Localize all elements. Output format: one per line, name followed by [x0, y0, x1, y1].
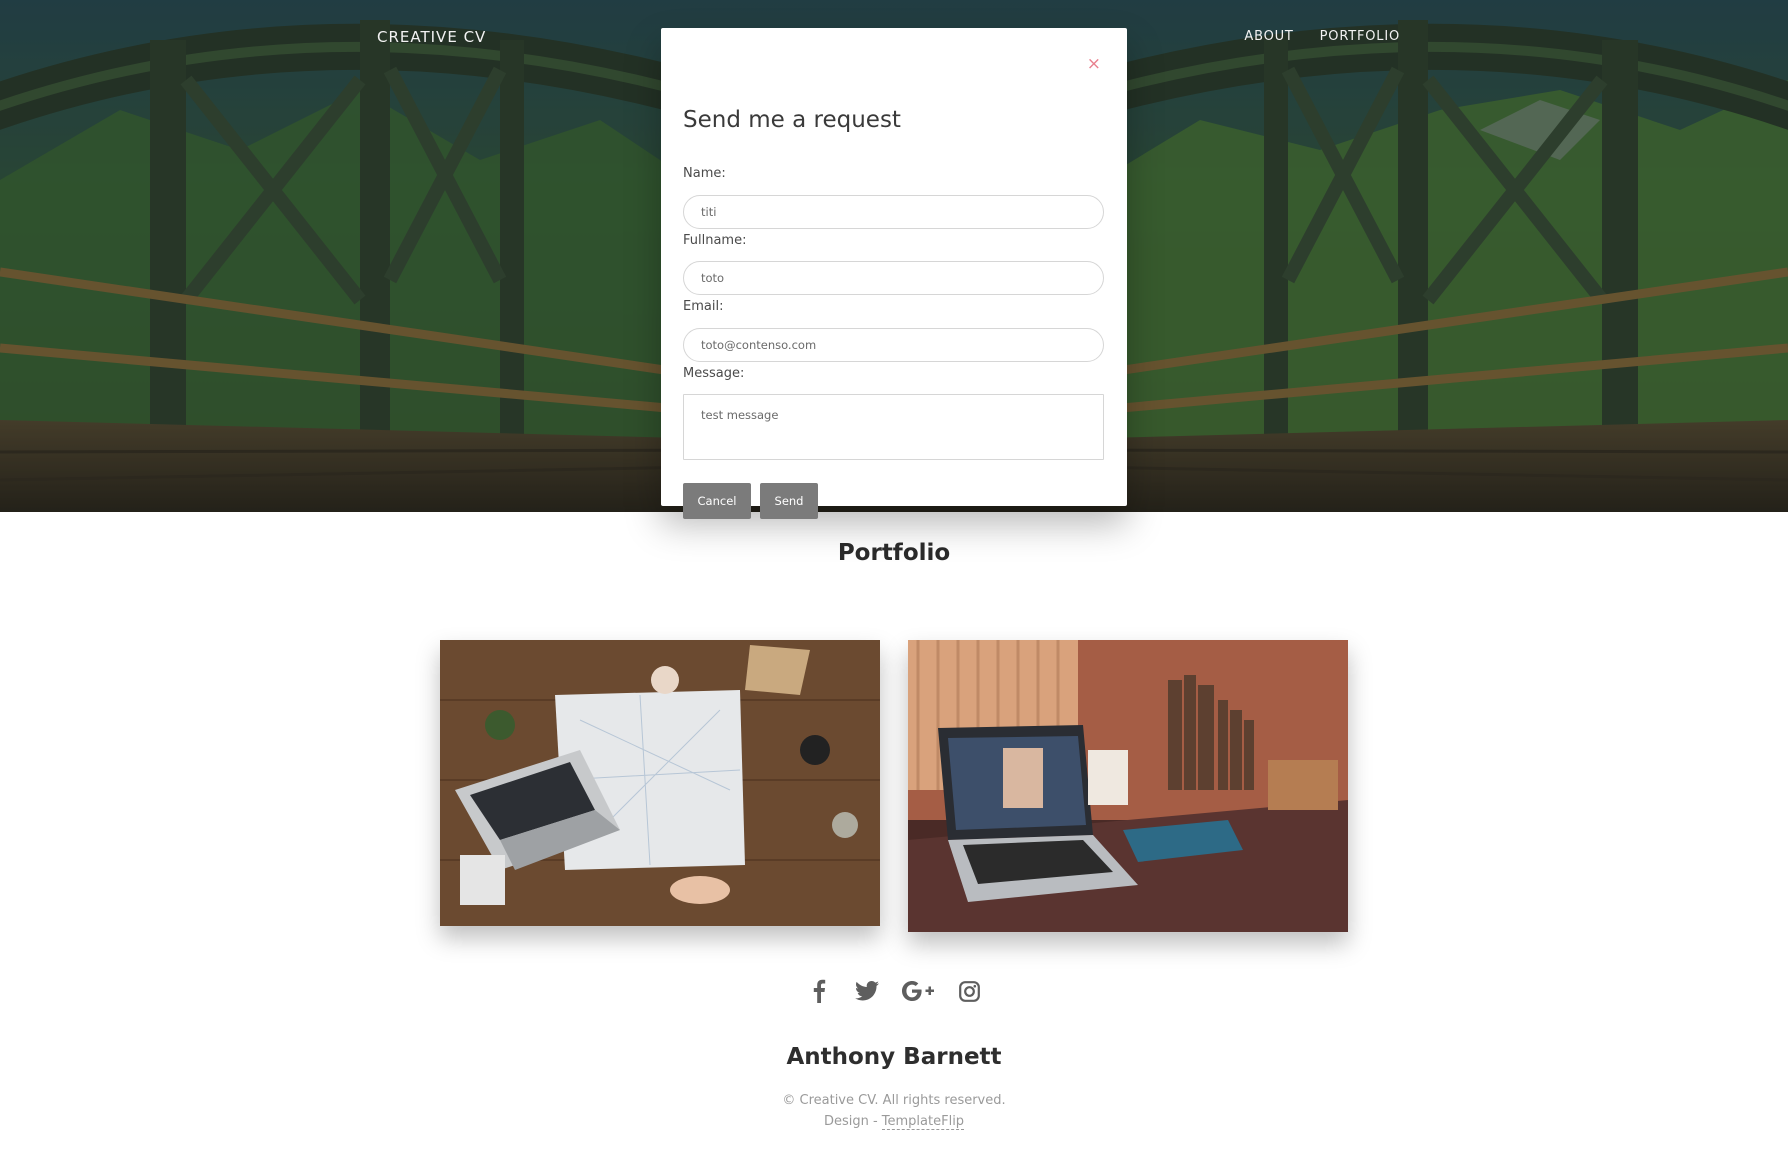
footer-owner-name: Anthony Barnett: [786, 1044, 1002, 1070]
fullname-label: Fullname:: [683, 233, 747, 248]
templateflip-link[interactable]: TemplateFlip: [881, 1114, 965, 1130]
cancel-button[interactable]: Cancel: [683, 483, 751, 519]
footer-design-prefix: Design -: [823, 1114, 882, 1129]
message-label: Message:: [683, 366, 745, 381]
email-label: Email:: [683, 299, 724, 314]
modal-title: Send me a request: [683, 107, 901, 133]
brand-logo-text[interactable]: CREATIVE CV: [377, 28, 486, 46]
facebook-icon[interactable]: [806, 978, 832, 1004]
portfolio-image-laptop-desk[interactable]: [908, 640, 1348, 932]
fullname-input[interactable]: [683, 261, 1104, 295]
footer-copyright: © Creative CV. All rights reserved.: [782, 1093, 1006, 1108]
nav-link-portfolio[interactable]: PORTFOLIO: [1320, 29, 1400, 44]
portfolio-image-travel-map[interactable]: [440, 640, 880, 926]
portfolio-heading: Portfolio: [837, 540, 951, 566]
nav-link-about[interactable]: ABOUT: [1244, 29, 1293, 44]
instagram-icon[interactable]: [956, 978, 982, 1004]
name-input[interactable]: [683, 195, 1104, 229]
close-icon[interactable]: ×: [1087, 56, 1101, 73]
message-textarea[interactable]: test message: [683, 394, 1104, 460]
google-plus-icon[interactable]: [902, 978, 934, 1004]
name-label: Name:: [683, 166, 726, 181]
social-links: [0, 978, 1788, 1004]
twitter-icon[interactable]: [854, 978, 880, 1004]
send-button[interactable]: Send: [760, 483, 818, 519]
email-input[interactable]: [683, 328, 1104, 362]
request-modal: × Send me a request Name: Fullname: Emai…: [661, 28, 1127, 519]
footer-design-credit: Design - TemplateFlip: [0, 1114, 1788, 1130]
main-nav: ABOUT PORTFOLIO: [1244, 29, 1400, 44]
